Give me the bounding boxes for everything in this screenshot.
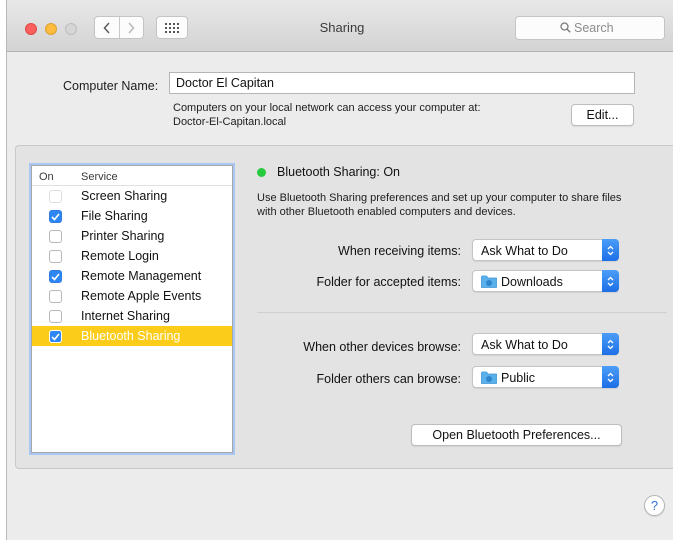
- browse-label: When other devices browse:: [303, 340, 461, 354]
- service-row-remote-login[interactable]: Remote Login: [32, 246, 232, 266]
- close-button[interactable]: [25, 23, 37, 35]
- computer-name-input[interactable]: [169, 72, 635, 94]
- service-name: Bluetooth Sharing: [81, 329, 181, 343]
- sharing-window: Sharing Computer Name: Computers on your…: [6, 0, 673, 540]
- column-header-service: Service: [81, 171, 118, 183]
- service-name: Internet Sharing: [81, 309, 170, 323]
- updown-chevron-icon: [607, 245, 614, 255]
- receiving-items-popup[interactable]: Ask What to Do: [472, 239, 619, 261]
- zoom-button[interactable]: [65, 23, 77, 35]
- service-row-screen-sharing[interactable]: Screen Sharing: [32, 186, 232, 206]
- service-name: File Sharing: [81, 209, 148, 223]
- show-all-button[interactable]: [156, 16, 188, 39]
- address-description: Computers on your local network can acce…: [173, 102, 481, 114]
- updown-chevron-icon: [607, 372, 614, 382]
- service-row-remote-management[interactable]: Remote Management: [32, 266, 232, 286]
- checkmark-icon: [51, 332, 60, 341]
- accepted-items-folder-label: Folder for accepted items:: [316, 275, 461, 289]
- service-row-internet-sharing[interactable]: Internet Sharing: [32, 306, 232, 326]
- service-name: Remote Apple Events: [81, 289, 202, 303]
- browse-popup[interactable]: Ask What to Do: [472, 333, 619, 355]
- screen-sharing-checkbox[interactable]: [49, 190, 62, 203]
- file-sharing-checkbox[interactable]: [49, 210, 62, 223]
- minimize-button[interactable]: [45, 23, 57, 35]
- popup-value: Ask What to Do: [481, 338, 568, 352]
- search-field[interactable]: [515, 16, 665, 40]
- help-button[interactable]: ?: [644, 495, 665, 516]
- popup-stepper: [602, 333, 619, 355]
- receiving-items-label: When receiving items:: [338, 244, 461, 258]
- accepted-items-folder-popup[interactable]: Downloads: [472, 270, 619, 292]
- description-line: Use Bluetooth Sharing preferences and se…: [257, 192, 622, 204]
- service-name: Remote Login: [81, 249, 159, 263]
- status-indicator-icon: [257, 168, 266, 177]
- service-status: Bluetooth Sharing: On: [277, 165, 400, 179]
- service-row-printer-sharing[interactable]: Printer Sharing: [32, 226, 232, 246]
- edit-button[interactable]: Edit...: [571, 104, 634, 126]
- section-divider: [257, 312, 667, 313]
- computer-name-label: Computer Name:: [63, 79, 159, 93]
- browse-folder-popup[interactable]: Public: [472, 366, 619, 388]
- popup-value: Ask What to Do: [481, 244, 568, 258]
- updown-chevron-icon: [607, 276, 614, 286]
- checkmark-icon: [51, 212, 60, 221]
- local-hostname: Doctor-El-Capitan.local: [173, 116, 287, 128]
- column-header-on: On: [39, 171, 54, 183]
- service-name: Screen Sharing: [81, 189, 168, 203]
- search-icon: [560, 22, 571, 33]
- back-button[interactable]: [95, 17, 119, 38]
- open-bluetooth-preferences-button[interactable]: Open Bluetooth Preferences...: [411, 424, 622, 446]
- window-title: Sharing: [319, 20, 365, 35]
- public-folder-icon: [481, 371, 497, 384]
- service-description: Use Bluetooth Sharing preferences and se…: [257, 191, 667, 219]
- browse-folder-label: Folder others can browse:: [316, 372, 461, 386]
- service-name: Printer Sharing: [81, 229, 165, 243]
- help-question-icon: ?: [650, 498, 659, 513]
- checkmark-icon: [51, 272, 60, 281]
- titlebar: Sharing: [7, 0, 673, 52]
- updown-chevron-icon: [607, 339, 614, 349]
- popup-stepper: [602, 239, 619, 261]
- bluetooth-sharing-checkbox[interactable]: [49, 330, 62, 343]
- navigation-buttons: [94, 16, 144, 39]
- popup-stepper: [602, 270, 619, 292]
- service-row-remote-apple-events[interactable]: Remote Apple Events: [32, 286, 232, 306]
- chevron-right-icon: [128, 21, 135, 34]
- downloads-folder-icon: [481, 275, 497, 288]
- popup-value: Downloads: [501, 275, 563, 289]
- forward-button[interactable]: [118, 17, 144, 38]
- service-list[interactable]: On Service Screen Sharing File Sharing P…: [31, 165, 233, 453]
- remote-apple-events-checkbox[interactable]: [49, 290, 62, 303]
- printer-sharing-checkbox[interactable]: [49, 230, 62, 243]
- popup-value: Public: [501, 371, 536, 385]
- search-input[interactable]: [574, 20, 660, 36]
- service-row-file-sharing[interactable]: File Sharing: [32, 206, 232, 226]
- description-line: with other Bluetooth enabled computers a…: [257, 206, 516, 218]
- popup-stepper: [602, 366, 619, 388]
- service-name: Remote Management: [81, 269, 202, 283]
- remote-management-checkbox[interactable]: [49, 270, 62, 283]
- grid-icon: [165, 22, 179, 33]
- internet-sharing-checkbox[interactable]: [49, 310, 62, 323]
- computer-name-description: Computers on your local network can acce…: [173, 101, 481, 129]
- service-list-header: On Service: [32, 166, 232, 186]
- remote-login-checkbox[interactable]: [49, 250, 62, 263]
- service-row-bluetooth-sharing[interactable]: Bluetooth Sharing: [32, 326, 232, 346]
- chevron-left-icon: [103, 21, 110, 34]
